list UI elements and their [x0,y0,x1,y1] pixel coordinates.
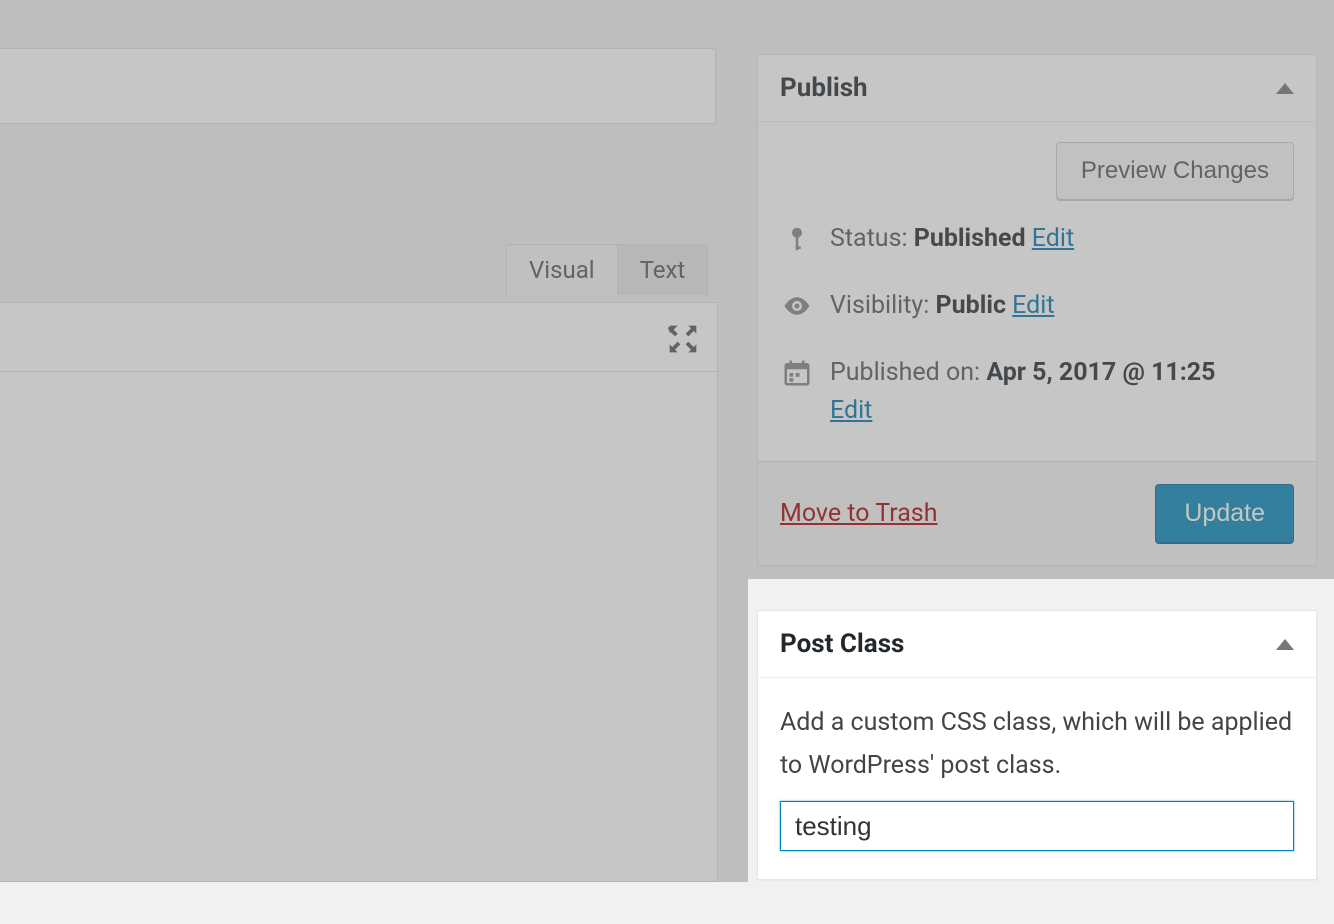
edit-status-link[interactable]: Edit [1032,224,1074,253]
editor-toolbar [0,302,718,372]
edit-published-link[interactable]: Edit [830,396,872,425]
status-row: Status: Published Edit [782,220,1294,259]
visibility-label: Visibility: [830,291,929,320]
published-value: Apr 5, 2017 @ 11:25 [986,358,1215,387]
tab-text[interactable]: Text [617,244,709,295]
visibility-value: Public [936,291,1006,320]
editor-area: Visual Text [0,0,720,882]
post-class-input[interactable] [780,801,1294,851]
eye-icon [782,291,812,321]
edit-visibility-link[interactable]: Edit [1012,291,1054,320]
preview-changes-button[interactable]: Preview Changes [1056,142,1294,200]
post-class-metabox: Post Class Add a custom CSS class, which… [757,610,1317,880]
status-label: Status: [830,224,908,253]
fullscreen-icon[interactable] [667,323,699,355]
post-class-header[interactable]: Post Class [758,611,1316,678]
post-title-input[interactable] [0,48,716,124]
published-label: Published on: [830,358,980,387]
post-class-description: Add a custom CSS class, which will be ap… [780,702,1294,787]
status-value: Published [914,224,1026,253]
publish-metabox: Publish Preview Changes Status: Publishe… [757,54,1317,566]
publish-title: Publish [780,73,868,103]
editor-tabs: Visual Text [506,244,708,295]
collapse-up-icon [1276,83,1294,94]
editor-content[interactable] [0,372,718,882]
publish-header[interactable]: Publish [758,55,1316,122]
post-class-body: Add a custom CSS class, which will be ap… [758,678,1316,879]
publish-body: Preview Changes Status: Published Edit [758,122,1316,461]
publish-footer: Move to Trash Update [758,461,1316,565]
sidebar: Publish Preview Changes Status: Publishe… [757,54,1317,924]
calendar-icon [782,358,812,388]
tab-visual[interactable]: Visual [506,244,617,295]
post-class-title: Post Class [780,629,904,659]
key-icon [782,224,812,254]
visibility-row: Visibility: Public Edit [782,287,1294,326]
move-to-trash-link[interactable]: Move to Trash [780,499,937,528]
update-button[interactable]: Update [1155,484,1294,543]
published-row: Published on: Apr 5, 2017 @ 11:25 Edit [782,354,1294,432]
collapse-up-icon [1276,639,1294,650]
